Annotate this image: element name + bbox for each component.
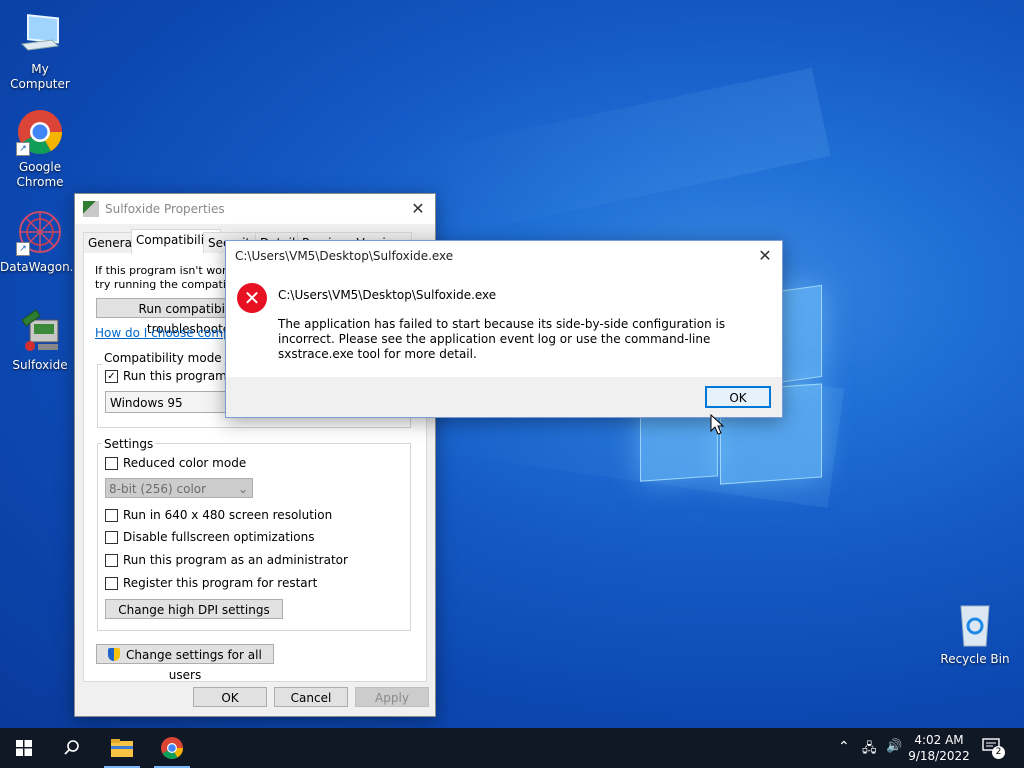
taskbar-file-explorer[interactable] bbox=[98, 728, 146, 768]
desktop-icon-sulfoxide[interactable]: Sulfoxide bbox=[0, 306, 80, 373]
clock-time: 4:02 AM bbox=[914, 733, 964, 747]
recycle-bin-icon bbox=[951, 600, 999, 648]
color-mode-value: 8-bit (256) color bbox=[109, 482, 207, 496]
checkbox-icon bbox=[105, 456, 118, 470]
chevron-down-icon: ⌄ bbox=[237, 482, 248, 496]
checkbox-icon bbox=[105, 508, 118, 522]
show-hidden-icons-chevron-up-icon[interactable]: ⌃ bbox=[838, 739, 850, 755]
desktop-icon-label: DataWagon... bbox=[0, 260, 82, 274]
start-button[interactable] bbox=[0, 728, 48, 768]
checkbox-icon bbox=[105, 530, 118, 544]
taskbar-chrome[interactable] bbox=[148, 728, 196, 768]
action-center-button[interactable]: 2 bbox=[982, 738, 1005, 759]
shortcut-arrow-icon: ↗ bbox=[16, 142, 30, 156]
error-ok-button[interactable]: OK bbox=[705, 386, 771, 408]
sulfoxide-icon bbox=[16, 306, 64, 354]
color-mode-select: 8-bit (256) color ⌄ bbox=[105, 478, 253, 498]
reduced-color-checkbox[interactable]: Reduced color mode bbox=[105, 456, 246, 470]
compatibility-mode-label: Compatibility mode bbox=[102, 351, 224, 365]
checkbox-label: Reduced color mode bbox=[123, 456, 247, 470]
checkbox-icon bbox=[105, 553, 118, 567]
desktop-icon-label: My Computer bbox=[10, 62, 70, 91]
run-as-admin-checkbox[interactable]: Run this program as an administrator bbox=[105, 553, 348, 567]
search-icon bbox=[64, 740, 79, 755]
computer-icon bbox=[16, 10, 64, 58]
chrome-icon bbox=[161, 737, 183, 759]
error-titlebar[interactable]: C:\Users\VM5\Desktop\Sulfoxide.exe ✕ bbox=[226, 241, 782, 271]
clock[interactable]: 4:02 AM 9/18/2022 bbox=[906, 732, 972, 764]
settings-label: Settings bbox=[102, 437, 156, 451]
register-restart-checkbox[interactable]: Register this program for restart bbox=[105, 576, 317, 590]
window-title: Sulfoxide Properties bbox=[105, 202, 225, 216]
search-button[interactable] bbox=[48, 728, 96, 768]
folder-icon bbox=[111, 739, 133, 757]
disable-fullscreen-checkbox[interactable]: Disable fullscreen optimizations bbox=[105, 530, 314, 544]
notification-badge: 2 bbox=[992, 746, 1005, 759]
light-beam bbox=[420, 67, 831, 240]
checkbox-label: Run this program as an administrator bbox=[123, 553, 348, 567]
error-dialog: C:\Users\VM5\Desktop\Sulfoxide.exe ✕ ✕ C… bbox=[225, 240, 783, 418]
desktop-icon-label: Sulfoxide bbox=[12, 358, 68, 372]
apply-button: Apply bbox=[355, 687, 429, 707]
network-icon[interactable]: 🖧 bbox=[862, 739, 877, 761]
desktop-icon-my-computer[interactable]: My Computer bbox=[0, 10, 80, 92]
desktop-icon-google-chrome[interactable]: ↗ Google Chrome bbox=[0, 108, 80, 190]
volume-icon[interactable]: 🔊 bbox=[886, 739, 902, 754]
dialog-footer bbox=[226, 377, 782, 417]
error-icon: ✕ bbox=[237, 283, 267, 313]
run-640-checkbox[interactable]: Run in 640 x 480 screen resolution bbox=[105, 508, 332, 522]
dialog-title: C:\Users\VM5\Desktop\Sulfoxide.exe bbox=[235, 249, 454, 263]
chrome-icon: ↗ bbox=[16, 108, 64, 156]
properties-titlebar[interactable]: Sulfoxide Properties ✕ bbox=[75, 194, 435, 224]
clock-date: 9/18/2022 bbox=[908, 749, 970, 763]
shield-icon bbox=[108, 648, 121, 661]
change-dpi-button[interactable]: Change high DPI settings bbox=[105, 599, 283, 619]
error-message: The application has failed to start beca… bbox=[278, 317, 726, 361]
checkbox-icon bbox=[105, 576, 118, 590]
checkbox-checked-icon: ✓ bbox=[105, 369, 118, 383]
shortcut-arrow-icon: ↗ bbox=[16, 242, 30, 256]
checkbox-label: Run in 640 x 480 screen resolution bbox=[123, 508, 333, 522]
close-icon[interactable]: ✕ bbox=[756, 247, 774, 265]
desktop-icon-label: Google Chrome bbox=[16, 160, 64, 189]
cancel-button[interactable]: Cancel bbox=[274, 687, 348, 707]
ok-button[interactable]: OK bbox=[193, 687, 267, 707]
desktop-icon-datawagon[interactable]: ↗ DataWagon... bbox=[0, 208, 82, 275]
app-icon bbox=[83, 201, 99, 217]
datawagon-icon: ↗ bbox=[16, 208, 64, 256]
taskbar: ⌃ 🖧 🔊 4:02 AM 9/18/2022 2 bbox=[0, 728, 1024, 768]
desktop-icon-recycle-bin[interactable]: Recycle Bin bbox=[935, 600, 1015, 667]
error-heading: C:\Users\VM5\Desktop\Sulfoxide.exe bbox=[278, 288, 497, 302]
desktop-icon-label: Recycle Bin bbox=[940, 652, 1010, 666]
checkbox-label: Disable fullscreen optimizations bbox=[123, 530, 315, 544]
windows-logo-icon bbox=[16, 740, 32, 756]
desktop: My Computer ↗ Google Chrome ↗ DataWagon.… bbox=[0, 0, 1024, 728]
checkbox-label: Register this program for restart bbox=[123, 576, 318, 590]
change-all-users-button[interactable]: Change settings for all users bbox=[96, 644, 274, 682]
close-icon[interactable]: ✕ bbox=[409, 200, 427, 218]
mouse-cursor-icon bbox=[710, 414, 724, 435]
